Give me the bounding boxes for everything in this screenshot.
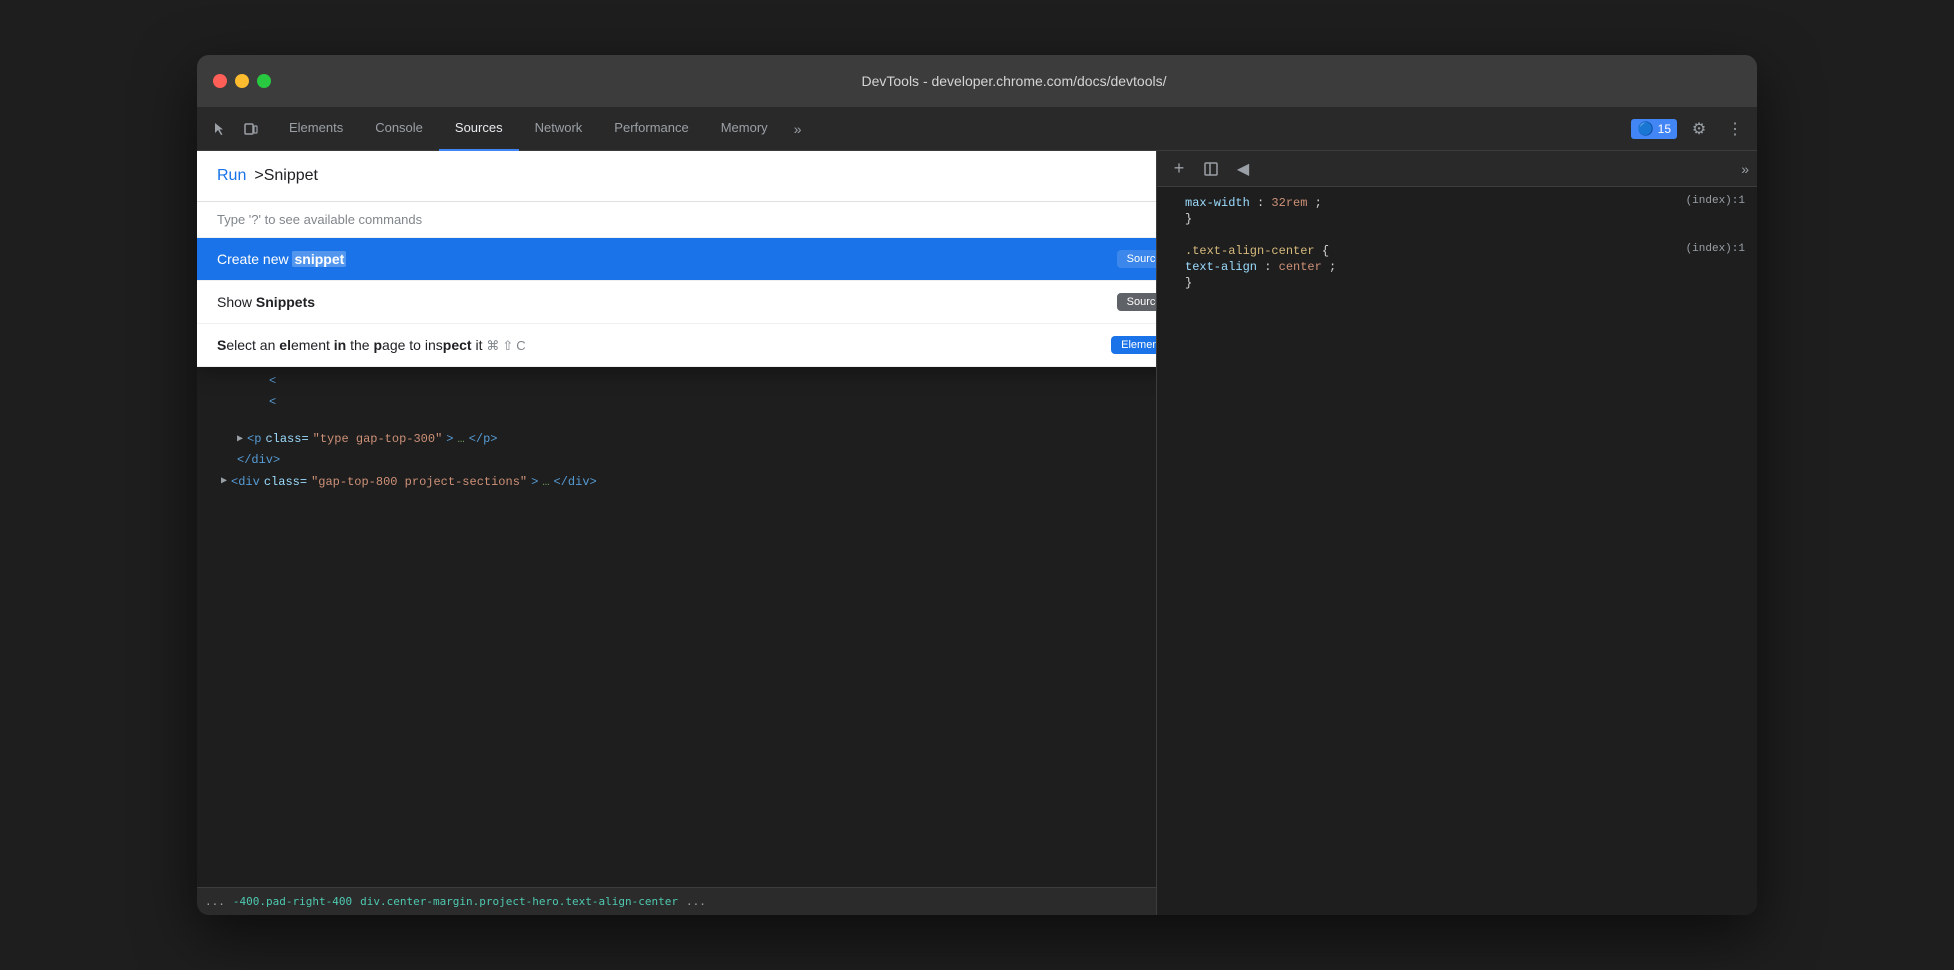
toolbar-icons xyxy=(205,115,265,143)
add-style-rule-icon[interactable]: + xyxy=(1165,155,1193,183)
styles-panel: + ◀ » (index):1 max-wid xyxy=(1157,151,1757,915)
maximize-button[interactable] xyxy=(257,74,271,88)
styles-toolbar: + ◀ » xyxy=(1157,151,1757,187)
more-options-icon[interactable]: ⋮ xyxy=(1721,115,1749,143)
command-input[interactable] xyxy=(254,167,1157,185)
issues-icon: 🔵 xyxy=(1637,121,1653,137)
device-toggle-icon[interactable] xyxy=(237,115,265,143)
tab-sources[interactable]: Sources xyxy=(439,107,519,151)
tab-console[interactable]: Console xyxy=(359,107,439,151)
command-item-text: Create new snippet xyxy=(217,251,1117,267)
css-source-1: (index):1 xyxy=(1686,195,1745,207)
css-source-2: (index):1 xyxy=(1686,243,1745,255)
devtools-body: Elements Console Sources Network Perform… xyxy=(197,107,1757,915)
styles-content: (index):1 max-width : 32rem ; } xyxy=(1157,187,1757,915)
tab-elements[interactable]: Elements xyxy=(273,107,359,151)
command-item-select-element[interactable]: Select an element in the page to inspect… xyxy=(197,324,1157,367)
command-item-text-3: Select an element in the page to inspect… xyxy=(217,337,1111,354)
elements-panel: score banner ▶ <div etwe p-300 xyxy=(197,151,1157,915)
tabs-container: Elements Console Sources Network Perform… xyxy=(273,107,812,151)
more-tabs-button[interactable]: » xyxy=(784,115,812,143)
close-drawer-icon[interactable]: ◀ xyxy=(1229,155,1257,183)
dock-icon[interactable] xyxy=(1197,155,1225,183)
command-item-badge-elements: Elements xyxy=(1111,336,1157,354)
window-title: DevTools - developer.chrome.com/docs/dev… xyxy=(287,73,1741,89)
css-rule-2: (index):1 .text-align-center { text-alig… xyxy=(1169,243,1745,291)
devtools-window: DevTools - developer.chrome.com/docs/dev… xyxy=(197,55,1757,915)
command-item-badge-sources-1: Sources xyxy=(1117,250,1157,268)
command-item-show-snippets[interactable]: Show Snippets Sources xyxy=(197,281,1157,324)
right-panel-more[interactable]: » xyxy=(1741,161,1749,177)
command-palette: Run Type '?' to see available commands C… xyxy=(197,151,1157,367)
titlebar: DevTools - developer.chrome.com/docs/dev… xyxy=(197,55,1757,107)
snippet-highlight: snippet xyxy=(292,251,346,267)
tab-performance[interactable]: Performance xyxy=(598,107,704,151)
command-item-create-snippet[interactable]: Create new snippet Sources xyxy=(197,238,1157,281)
traffic-lights xyxy=(213,74,271,88)
tab-memory[interactable]: Memory xyxy=(705,107,784,151)
keyboard-shortcut: ⌘ ⇧ C xyxy=(486,338,525,354)
tab-bar: Elements Console Sources Network Perform… xyxy=(197,107,1757,151)
close-button[interactable] xyxy=(213,74,227,88)
settings-icon[interactable]: ⚙ xyxy=(1685,115,1713,143)
tab-bar-right: 🔵 15 ⚙ ⋮ xyxy=(1631,115,1749,143)
run-label: Run xyxy=(217,167,246,185)
command-input-area: Run xyxy=(197,151,1157,202)
command-palette-overlay: Run Type '?' to see available commands C… xyxy=(197,151,1156,915)
main-content: score banner ▶ <div etwe p-300 xyxy=(197,151,1757,915)
tab-network[interactable]: Network xyxy=(519,107,599,151)
css-rule-1: (index):1 max-width : 32rem ; } xyxy=(1169,195,1745,227)
minimize-button[interactable] xyxy=(235,74,249,88)
cursor-icon[interactable] xyxy=(205,115,233,143)
command-item-badge-sources-2: Sources xyxy=(1117,293,1157,311)
command-hint: Type '?' to see available commands xyxy=(197,202,1157,238)
command-item-text-2: Show Snippets xyxy=(217,294,1117,310)
command-items-list: Create new snippet Sources Show Snippets… xyxy=(197,238,1157,367)
issues-badge[interactable]: 🔵 15 xyxy=(1631,119,1677,139)
